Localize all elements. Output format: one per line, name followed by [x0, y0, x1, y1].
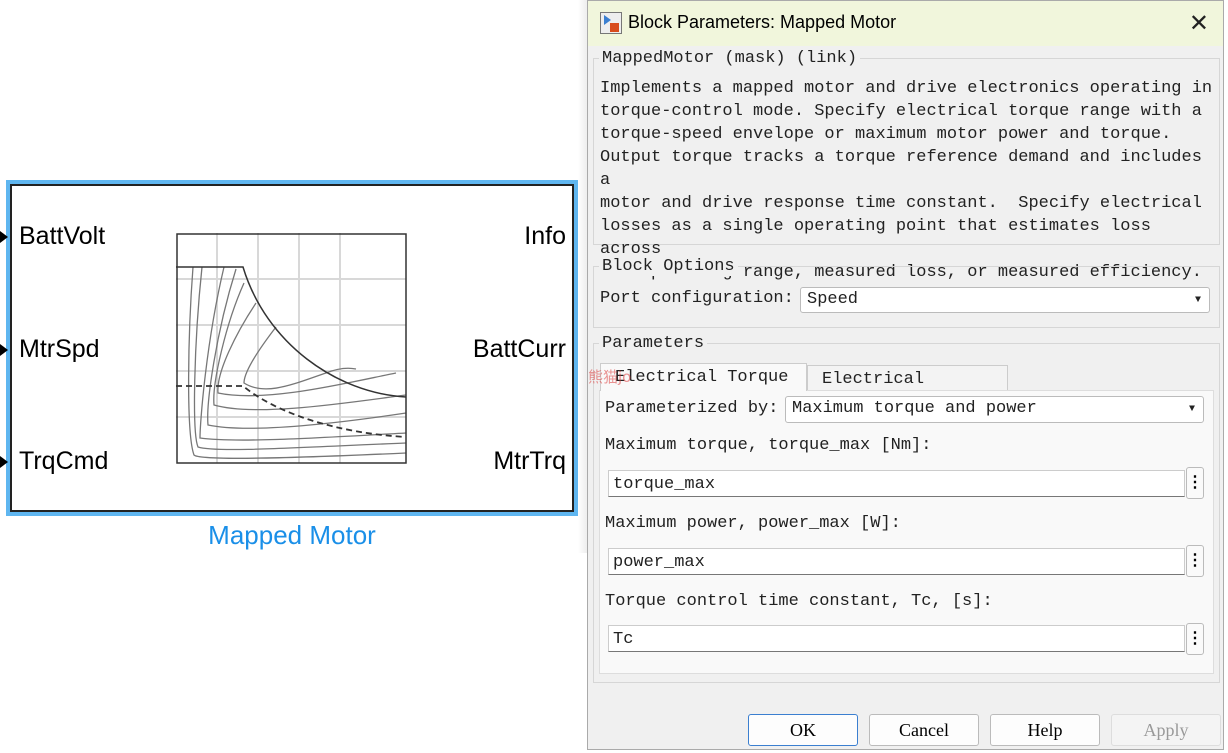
- apply-button[interactable]: Apply: [1111, 714, 1221, 746]
- mapped-motor-block[interactable]: BattVolt MtrSpd TrqCmd Info BattCurr Mtr…: [0, 184, 574, 512]
- block-options-label: Block Options: [599, 257, 738, 276]
- power-max-input[interactable]: power_max: [608, 548, 1185, 575]
- time-constant-input[interactable]: Tc: [608, 625, 1185, 652]
- watermark: 熊猫jo: [588, 368, 632, 386]
- block-parameters-dialog: Block Parameters: Mapped Motor ✕ MappedM…: [587, 0, 1224, 750]
- electrical-torque-panel: Parameterized by: Maximum torque and pow…: [599, 390, 1214, 674]
- input-port-arrow-icon: [0, 456, 8, 468]
- torque-speed-efficiency-map-icon: [176, 233, 407, 464]
- torque-max-label: Maximum torque, torque_max [Nm]:: [605, 436, 932, 455]
- input-port-trqcmd: TrqCmd: [19, 447, 109, 475]
- dialog-title: Block Parameters: Mapped Motor: [628, 12, 897, 32]
- more-options-icon[interactable]: ⋮: [1186, 623, 1204, 655]
- port-configuration-select[interactable]: Speed ▼: [800, 287, 1210, 313]
- parameters-label: Parameters: [599, 334, 708, 353]
- chevron-down-icon: ▼: [1188, 404, 1195, 415]
- torque-max-input[interactable]: torque_max: [608, 470, 1185, 497]
- power-max-label: Maximum power, power_max [W]:: [605, 514, 901, 533]
- port-configuration-label: Port configuration:: [600, 289, 794, 308]
- dialog-titlebar[interactable]: Block Parameters: Mapped Motor ✕: [588, 1, 1223, 46]
- mask-description: Implements a mapped motor and drive elec…: [600, 79, 1213, 282]
- ok-button[interactable]: OK: [748, 714, 858, 746]
- input-port-mtrspd: MtrSpd: [19, 335, 100, 363]
- output-port-battcurr: BattCurr: [472, 335, 566, 363]
- output-port-mtrtrq: MtrTrq: [493, 447, 566, 475]
- chevron-down-icon: ▼: [1194, 295, 1201, 306]
- tab-electrical-losses[interactable]: Electrical Losses: [807, 365, 1008, 408]
- help-button[interactable]: Help: [990, 714, 1100, 746]
- parameterized-by-select[interactable]: Maximum torque and power ▼: [785, 396, 1204, 423]
- cancel-button[interactable]: Cancel: [869, 714, 979, 746]
- parameterized-by-value: Maximum torque and power: [792, 399, 1037, 418]
- mask-label: MappedMotor (mask) (link): [599, 49, 861, 68]
- simulink-block-icon: [600, 12, 622, 34]
- close-icon[interactable]: ✕: [1189, 9, 1209, 38]
- input-port-battvolt: BattVolt: [19, 222, 106, 250]
- port-configuration-value: Speed: [807, 290, 859, 309]
- more-options-icon[interactable]: ⋮: [1186, 545, 1204, 577]
- block-name-label[interactable]: Mapped Motor: [0, 520, 584, 551]
- parameterized-by-label: Parameterized by:: [605, 399, 779, 418]
- more-options-icon[interactable]: ⋮: [1186, 467, 1204, 499]
- output-port-info: Info: [524, 222, 566, 250]
- input-port-arrow-icon: [0, 344, 8, 356]
- time-constant-label: Torque control time constant, Tc, [s]:: [605, 592, 993, 611]
- input-port-arrow-icon: [0, 231, 8, 243]
